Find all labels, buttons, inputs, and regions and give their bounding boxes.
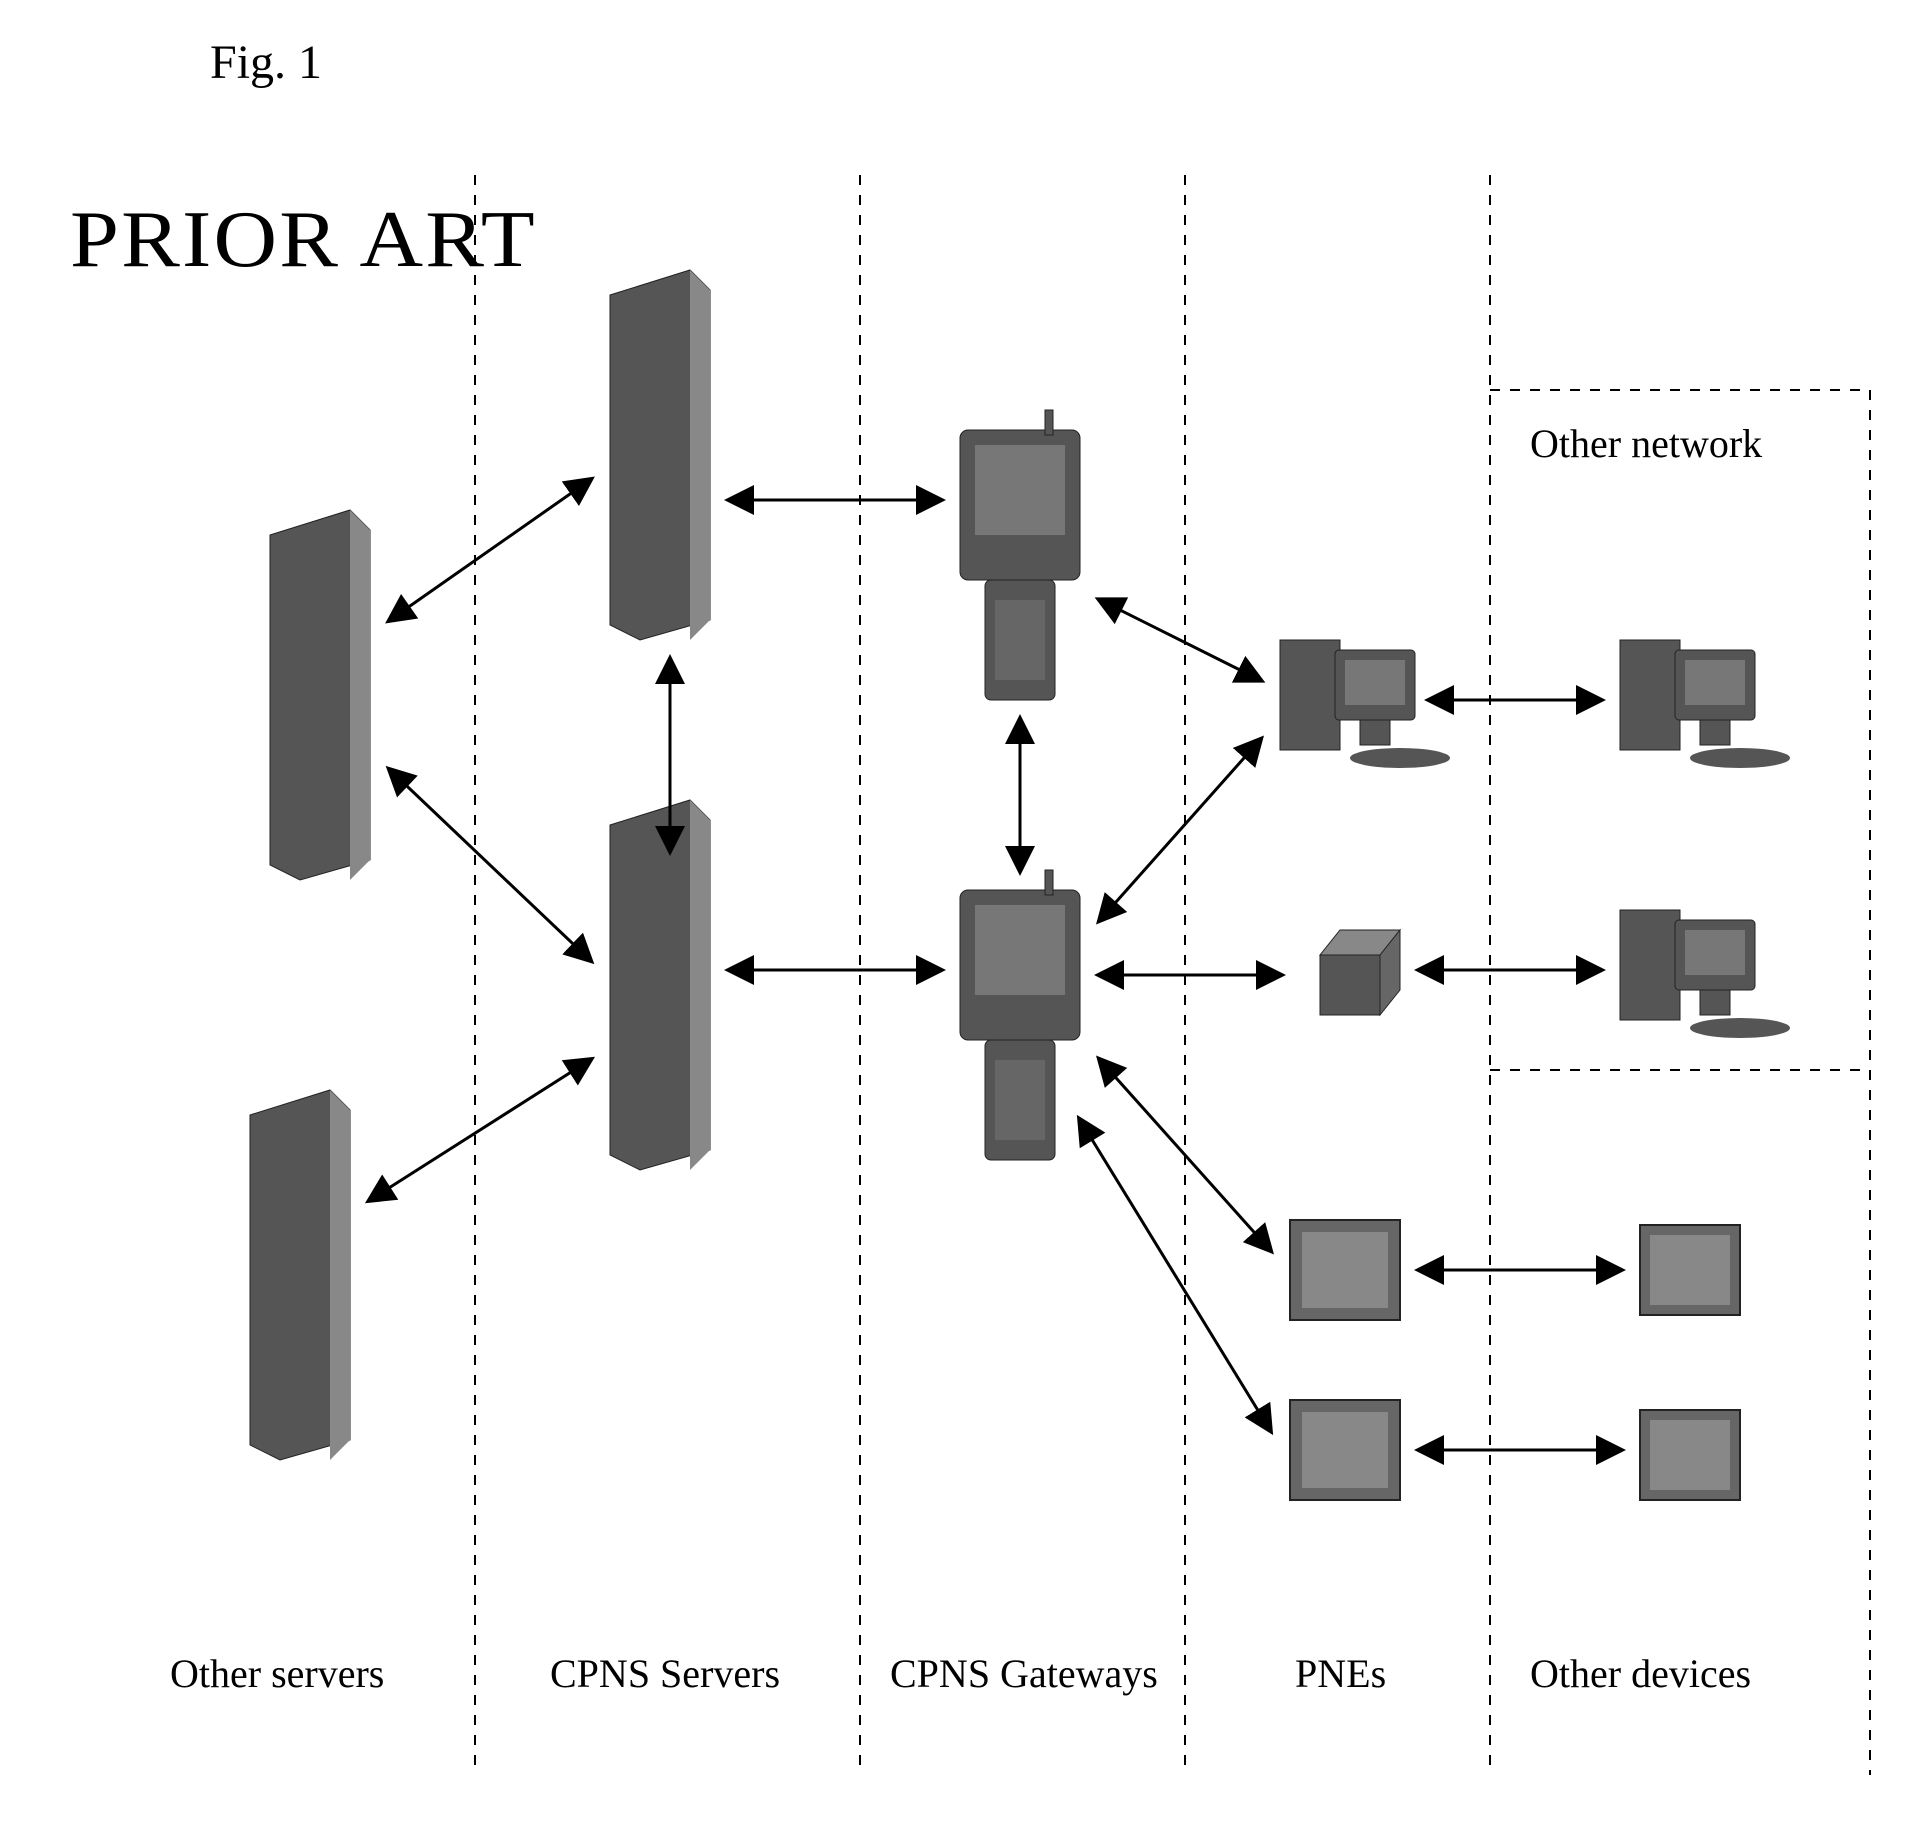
cpns-gateway-2 <box>960 870 1080 1160</box>
pne-tile-1 <box>1290 1220 1400 1320</box>
cpns-server-1 <box>610 270 710 640</box>
other-server-2 <box>250 1090 350 1460</box>
pne-tile-2 <box>1290 1400 1400 1500</box>
other-server-1 <box>270 510 370 880</box>
column-cpns-servers-label: CPNS Servers <box>550 1650 780 1697</box>
column-other-devices-label: Other devices <box>1530 1650 1751 1697</box>
other-tile-1 <box>1640 1225 1740 1315</box>
pne-pc <box>1280 640 1450 768</box>
pne-cube <box>1320 930 1400 1015</box>
other-pc-1 <box>1620 640 1790 768</box>
arrows <box>370 480 1620 1450</box>
column-cpns-gateways-label: CPNS Gateways <box>890 1650 1158 1697</box>
figure-label: Fig. 1 <box>210 35 322 90</box>
cpns-server-2 <box>610 800 710 1170</box>
other-pc-2 <box>1620 910 1790 1038</box>
other-tile-2 <box>1640 1410 1740 1500</box>
diagram-page: Fig. 1 PRIOR ART Other network Other ser… <box>0 0 1910 1842</box>
prior-art-label: PRIOR ART <box>70 195 537 286</box>
region-other-network-label: Other network <box>1530 420 1762 467</box>
column-other-servers-label: Other servers <box>170 1650 384 1697</box>
cpns-gateway-1 <box>960 410 1080 700</box>
column-pnes-label: PNEs <box>1295 1650 1386 1697</box>
